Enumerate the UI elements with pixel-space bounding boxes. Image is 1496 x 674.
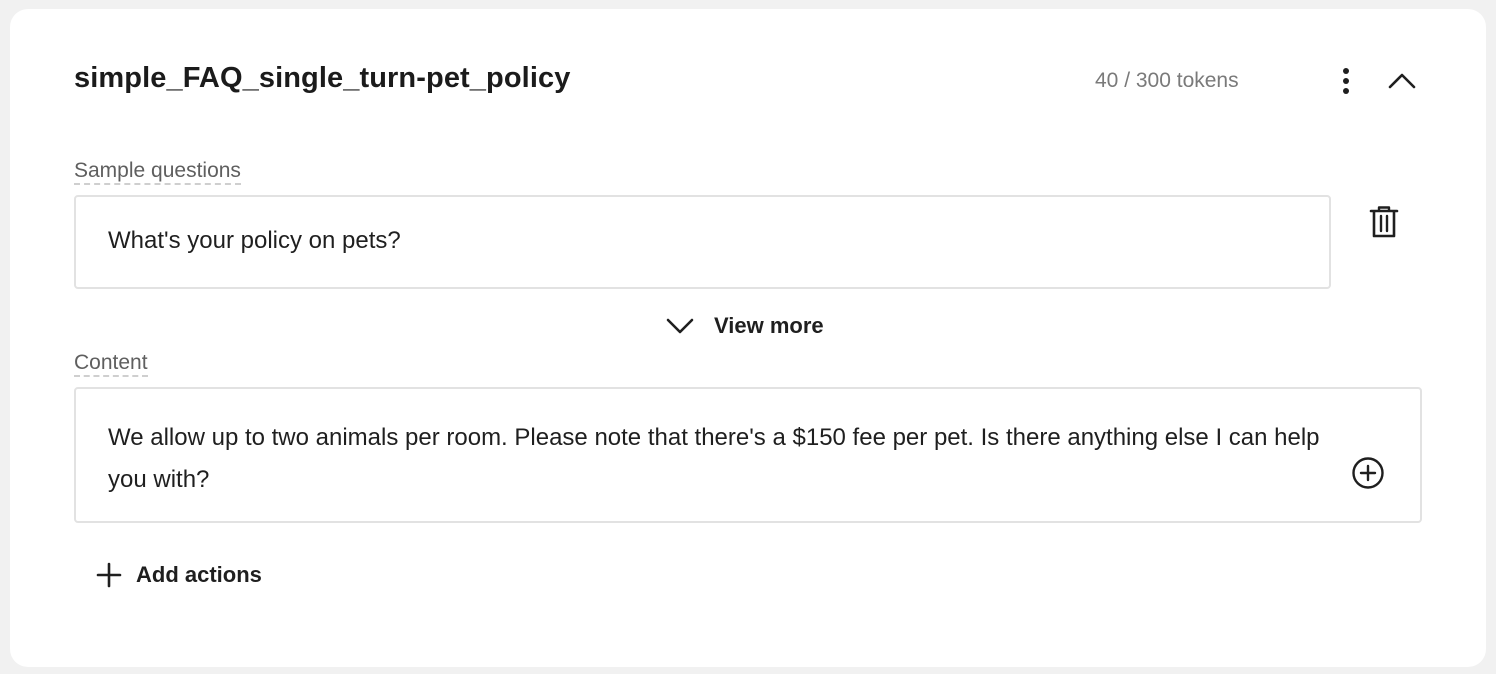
content-label: Content bbox=[74, 351, 148, 377]
faq-card: simple_FAQ_single_turn-pet_policy 40 / 3… bbox=[10, 9, 1486, 667]
plus-circle-icon bbox=[1352, 457, 1384, 489]
more-options-button[interactable] bbox=[1330, 65, 1362, 97]
view-more-button[interactable]: View more bbox=[666, 311, 824, 341]
delete-question-button[interactable] bbox=[1366, 203, 1402, 241]
sample-questions-label: Sample questions bbox=[74, 159, 241, 185]
content-text[interactable]: We allow up to two animals per room. Ple… bbox=[108, 417, 1328, 501]
card-title: simple_FAQ_single_turn-pet_policy bbox=[74, 62, 571, 94]
collapse-button[interactable] bbox=[1384, 65, 1420, 97]
token-counter: 40 / 300 tokens bbox=[1095, 69, 1239, 92]
chevron-up-icon bbox=[1388, 73, 1416, 89]
content-input[interactable]: We allow up to two animals per room. Ple… bbox=[74, 387, 1422, 523]
sample-question-text[interactable]: What's your policy on pets? bbox=[108, 227, 401, 255]
sample-question-input[interactable]: What's your policy on pets? bbox=[74, 195, 1331, 289]
trash-icon bbox=[1369, 206, 1399, 238]
insert-button[interactable] bbox=[1350, 455, 1386, 491]
plus-icon bbox=[96, 562, 122, 588]
add-actions-button[interactable]: Add actions bbox=[96, 559, 262, 591]
chevron-down-icon bbox=[666, 318, 694, 334]
more-vertical-icon bbox=[1343, 68, 1349, 94]
view-more-label: View more bbox=[714, 313, 824, 338]
add-actions-label: Add actions bbox=[136, 562, 262, 587]
